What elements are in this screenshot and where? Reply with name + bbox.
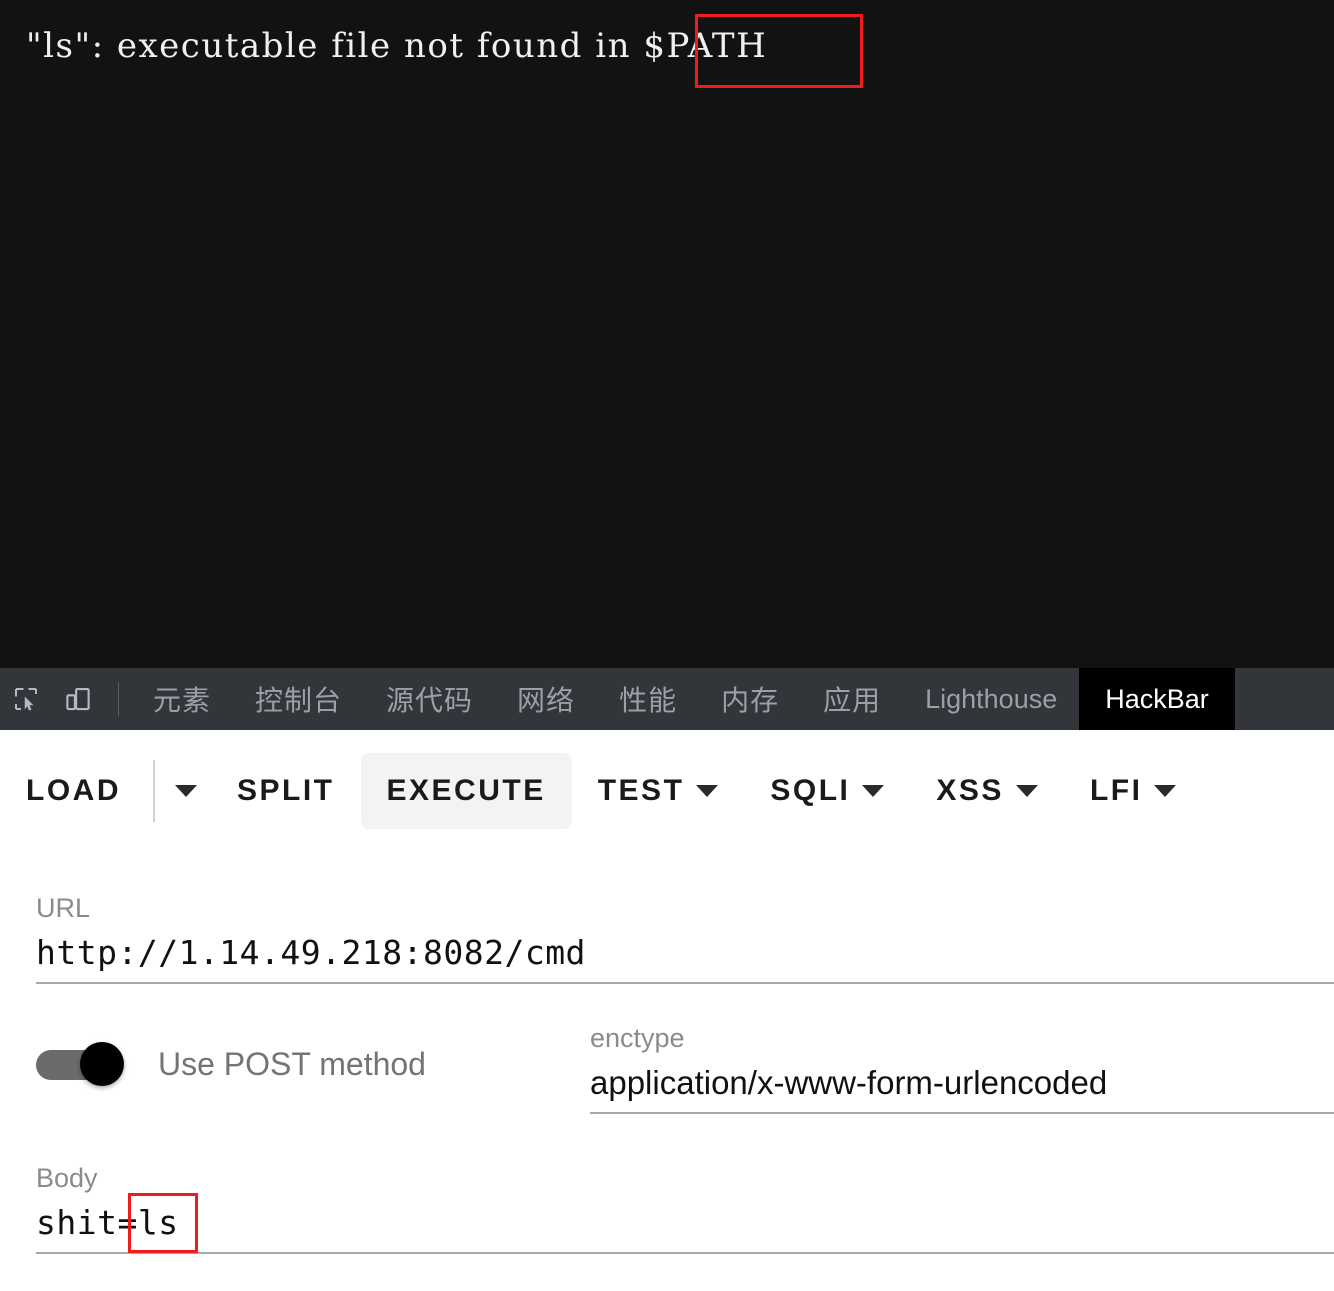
tab-application[interactable]: 应用 [801,668,903,730]
lfi-label: LFI [1089,774,1143,807]
hackbar-toolbar: LOAD SPLIT EXECUTE TEST SQLI XSS LFI [0,745,1334,837]
devtools-tabbar: 元素 控制台 源代码 网络 性能 内存 应用 Lighthouse HackBa… [0,668,1334,730]
command-error-text: "ls": executable file not found in $PATH [26,26,768,66]
tab-performance[interactable]: 性能 [597,668,699,730]
chevron-down-icon [862,785,885,797]
enctype-field-group: enctype application/x-www-form-urlencode… [590,1022,1334,1114]
chevron-down-icon [696,785,719,797]
toolbar-divider [118,682,119,716]
lfi-dropdown-button[interactable]: LFI [1064,753,1203,829]
inspect-element-icon[interactable] [0,668,52,730]
sqli-dropdown-button[interactable]: SQLI [744,753,910,829]
tab-lighthouse[interactable]: Lighthouse [903,668,1079,730]
test-label: TEST [597,774,685,807]
use-post-method-toggle[interactable] [36,1042,132,1086]
use-post-method-row[interactable]: Use POST method [36,1042,426,1086]
chevron-down-icon [175,785,197,797]
enctype-input[interactable]: application/x-www-form-urlencoded [590,1054,1334,1106]
body-underline [36,1252,1334,1254]
url-input[interactable]: http://1.14.49.218:8082/cmd [36,924,1334,976]
execute-button[interactable]: EXECUTE [360,753,572,829]
tab-hackbar[interactable]: HackBar [1079,668,1235,730]
tab-network[interactable]: 网络 [495,668,597,730]
use-post-method-label: Use POST method [158,1045,426,1082]
url-label: URL [36,893,91,923]
split-button[interactable]: SPLIT [211,753,361,829]
load-button[interactable]: LOAD [0,753,147,829]
body-input[interactable]: shit=ls [36,1194,1334,1246]
chevron-down-icon [1154,785,1177,797]
page-response-output: "ls": executable file not found in $PATH [0,0,1334,668]
device-toolbar-icon[interactable] [52,668,104,730]
hackbar-panel: LOAD SPLIT EXECUTE TEST SQLI XSS LFI URL… [0,730,1334,1291]
enctype-label: enctype [590,1023,685,1053]
body-field-group: Body shit=ls [36,1162,1334,1254]
load-dropdown-button[interactable] [161,753,211,829]
test-dropdown-button[interactable]: TEST [572,753,745,829]
toggle-knob [80,1042,124,1086]
toolbar-divider [153,760,155,822]
chevron-down-icon [1015,785,1038,797]
tab-memory[interactable]: 内存 [699,668,801,730]
enctype-underline [590,1112,1334,1114]
xss-dropdown-button[interactable]: XSS [910,753,1064,829]
tab-elements[interactable]: 元素 [131,668,233,730]
sqli-label: SQLI [770,774,851,807]
tab-sources[interactable]: 源代码 [364,668,495,730]
xss-label: XSS [936,774,1004,807]
url-field-group: URL http://1.14.49.218:8082/cmd [36,892,1334,984]
tab-console[interactable]: 控制台 [233,668,364,730]
body-label: Body [36,1163,98,1193]
url-underline [36,982,1334,984]
